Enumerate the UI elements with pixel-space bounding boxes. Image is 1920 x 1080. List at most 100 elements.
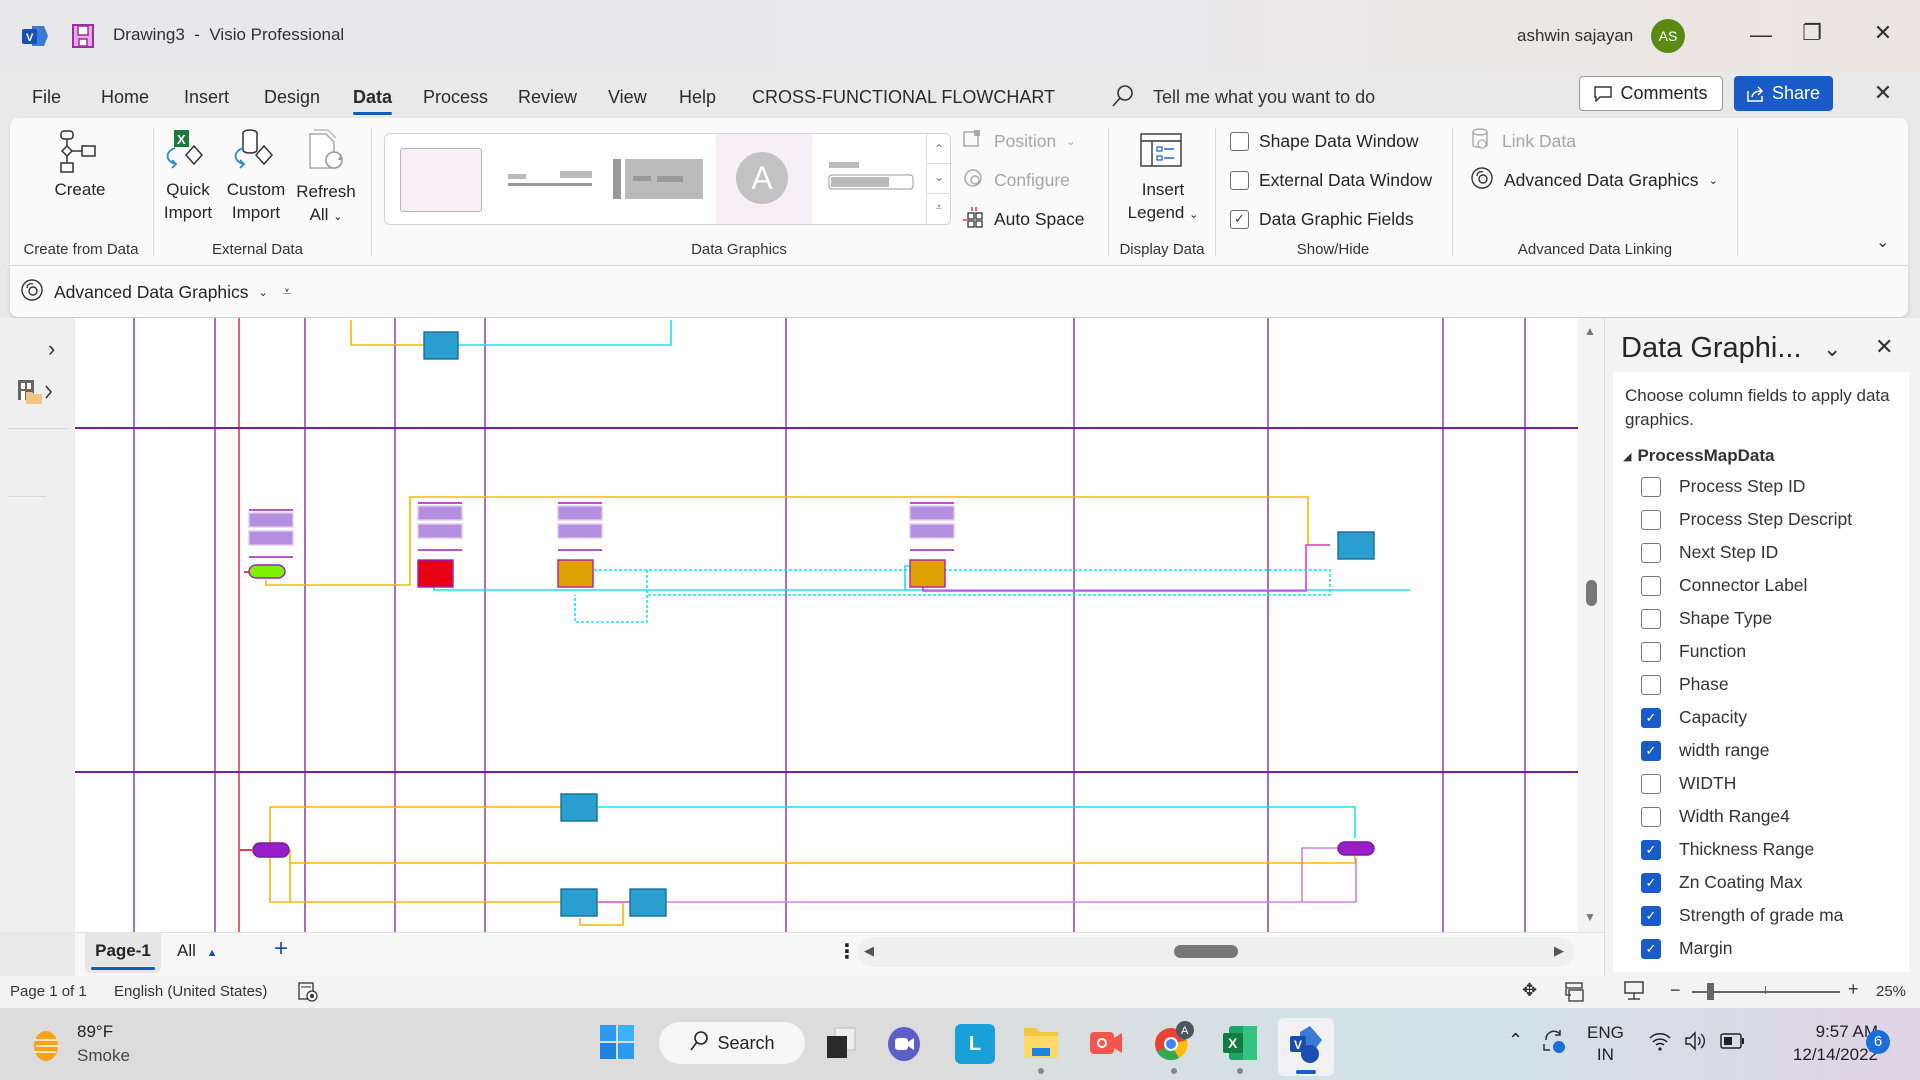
gallery-up-icon[interactable]: ⌃ xyxy=(927,134,951,164)
field-checkbox[interactable] xyxy=(1641,674,1661,695)
gallery-item-progress[interactable] xyxy=(825,158,917,198)
create-button[interactable]: Create xyxy=(40,178,120,201)
app-l-icon[interactable]: L xyxy=(955,1024,995,1064)
field-item[interactable]: ✓ Thickness Range xyxy=(1613,833,1909,866)
input-language[interactable]: ENG IN xyxy=(1587,1022,1624,1066)
gallery-item-text[interactable] xyxy=(503,154,597,204)
tab-home[interactable]: Home xyxy=(101,84,149,110)
close-ribbon-button[interactable]: ✕ xyxy=(1860,80,1906,106)
task-view-icon[interactable] xyxy=(825,1026,857,1060)
field-checkbox[interactable]: ✓ xyxy=(1641,707,1661,728)
drawing-canvas[interactable] xyxy=(75,318,1578,932)
start-terminator[interactable] xyxy=(248,564,286,579)
field-checkbox[interactable] xyxy=(1641,806,1661,827)
end-terminator[interactable] xyxy=(1337,841,1375,856)
field-item[interactable]: ✓ Capacity xyxy=(1613,701,1909,734)
zoom-slider[interactable] xyxy=(1692,983,1840,1000)
battery-icon[interactable] xyxy=(1720,1032,1746,1055)
field-item[interactable]: ✓ width range xyxy=(1613,734,1909,767)
tab-file[interactable]: File xyxy=(32,84,61,110)
customize-toolbar-icon[interactable]: ⩡ xyxy=(283,283,291,300)
excel-icon[interactable]: X xyxy=(1221,1024,1259,1062)
collapse-triangle-icon[interactable]: ◢ xyxy=(1623,450,1631,463)
process-shape[interactable] xyxy=(1337,531,1375,560)
close-pane-button[interactable]: ✕ xyxy=(1875,334,1893,360)
zoom-in-button[interactable]: + xyxy=(1848,979,1859,1000)
data-graphic-bar[interactable] xyxy=(248,530,294,546)
screen-recorder-icon[interactable] xyxy=(1088,1026,1124,1058)
data-graphic-bar[interactable] xyxy=(248,512,294,528)
field-checkbox[interactable] xyxy=(1641,608,1661,629)
presentation-mode-icon[interactable] xyxy=(1622,980,1646,1002)
field-item[interactable]: Process Step ID xyxy=(1613,470,1909,503)
gallery-more-icon[interactable]: ⩡ xyxy=(927,194,951,224)
subribbon-advanced-data-graphics-button[interactable]: Advanced Data Graphics ⌄ xyxy=(20,278,268,304)
user-name[interactable]: ashwin sajayan xyxy=(1517,26,1633,46)
share-button[interactable]: Share xyxy=(1734,76,1833,111)
pan-zoom-icon[interactable]: ✥ xyxy=(1522,980,1537,1001)
zoom-slider-thumb[interactable] xyxy=(1706,983,1714,1000)
field-item[interactable]: ✓ Zn Coating Max xyxy=(1613,866,1909,899)
field-checkbox[interactable] xyxy=(1641,542,1661,563)
all-pages-button[interactable]: All ▲ xyxy=(177,941,218,961)
process-shape[interactable] xyxy=(557,559,594,588)
field-item[interactable]: ✓ Strength of grade ma xyxy=(1613,899,1909,932)
gallery-item-blank[interactable] xyxy=(400,148,482,212)
tab-cross-functional-flowchart[interactable]: CROSS-FUNCTIONAL FLOWCHART xyxy=(752,84,1055,110)
comments-button[interactable]: Comments xyxy=(1579,76,1723,111)
field-item[interactable]: Connector Label xyxy=(1613,569,1909,602)
checkbox-box[interactable]: ✓ xyxy=(1230,209,1249,229)
horizontal-scroll-thumb[interactable] xyxy=(1174,945,1238,958)
close-window-button[interactable]: ✕ xyxy=(1860,20,1906,46)
tab-process[interactable]: Process xyxy=(423,84,488,110)
chrome-icon[interactable]: A xyxy=(1153,1020,1195,1064)
vertical-scroll-thumb[interactable] xyxy=(1586,580,1597,606)
vertical-scrollbar[interactable]: ▲ ▼ xyxy=(1578,318,1604,932)
expand-shapes-icon[interactable]: › xyxy=(48,336,55,362)
process-shape[interactable] xyxy=(560,888,598,917)
minimize-button[interactable]: — xyxy=(1738,22,1784,48)
visio-taskbar-button[interactable]: V xyxy=(1278,1018,1334,1076)
weather-icon[interactable] xyxy=(30,1030,62,1062)
checkbox-box[interactable] xyxy=(1230,170,1249,190)
add-page-button[interactable]: + xyxy=(274,935,288,963)
field-item[interactable]: WIDTH xyxy=(1613,767,1909,800)
field-item[interactable]: ✓ Margin xyxy=(1613,932,1909,965)
field-item[interactable]: Phase xyxy=(1613,668,1909,701)
teams-chat-icon[interactable] xyxy=(886,1026,922,1062)
weather-desc[interactable]: Smoke xyxy=(77,1046,130,1066)
notification-badge[interactable]: 6 xyxy=(1866,1030,1890,1054)
data-graphics-gallery[interactable]: A ⌃ ⌄ ⩡ xyxy=(384,133,951,225)
gallery-scroll[interactable]: ⌃ ⌄ ⩡ xyxy=(926,134,951,224)
tab-design[interactable]: Design xyxy=(264,84,320,110)
gallery-down-icon[interactable]: ⌄ xyxy=(927,164,951,194)
shape-data-window-checkbox[interactable]: Shape Data Window xyxy=(1230,129,1419,153)
checkbox-box[interactable] xyxy=(1230,131,1249,151)
external-data-window-checkbox[interactable]: External Data Window xyxy=(1230,168,1432,192)
process-shape[interactable] xyxy=(423,331,459,360)
quick-import-button[interactable]: Quick Import xyxy=(156,178,220,224)
volume-icon[interactable] xyxy=(1684,1030,1708,1057)
insert-legend-button[interactable]: Insert Legend ⌄ xyxy=(1113,178,1213,227)
field-checkbox[interactable]: ✓ xyxy=(1641,938,1661,959)
field-checkbox[interactable]: ✓ xyxy=(1641,872,1661,893)
auto-space-button[interactable]: Auto Space xyxy=(962,206,1084,231)
cross-functional-flowchart[interactable] xyxy=(75,318,1578,932)
tab-help[interactable]: Help xyxy=(679,84,716,110)
gallery-item-icon-set[interactable]: A xyxy=(716,134,812,224)
advanced-data-graphics-button[interactable]: Advanced Data Graphics ⌄ xyxy=(1470,166,1718,192)
data-graphic-bar[interactable] xyxy=(557,505,603,521)
scroll-down-icon[interactable]: ▼ xyxy=(1584,910,1596,924)
pane-options-chevron-icon[interactable]: ⌄ xyxy=(1823,336,1841,362)
field-checkbox[interactable]: ✓ xyxy=(1641,839,1661,860)
process-shape[interactable] xyxy=(560,793,598,822)
sync-icon[interactable] xyxy=(1540,1028,1568,1056)
save-icon[interactable] xyxy=(72,24,94,48)
horizontal-scrollbar[interactable]: ◀ ▶ xyxy=(858,937,1574,967)
switch-windows-icon[interactable] xyxy=(1563,981,1585,1003)
field-group-header[interactable]: ◢ ProcessMapData xyxy=(1623,446,1774,466)
field-checkbox[interactable] xyxy=(1641,476,1661,497)
windows-start-icon[interactable] xyxy=(599,1024,635,1060)
more-options-icon[interactable]: ⋮ xyxy=(837,939,857,964)
weather-temp[interactable]: 89°F xyxy=(77,1022,113,1042)
